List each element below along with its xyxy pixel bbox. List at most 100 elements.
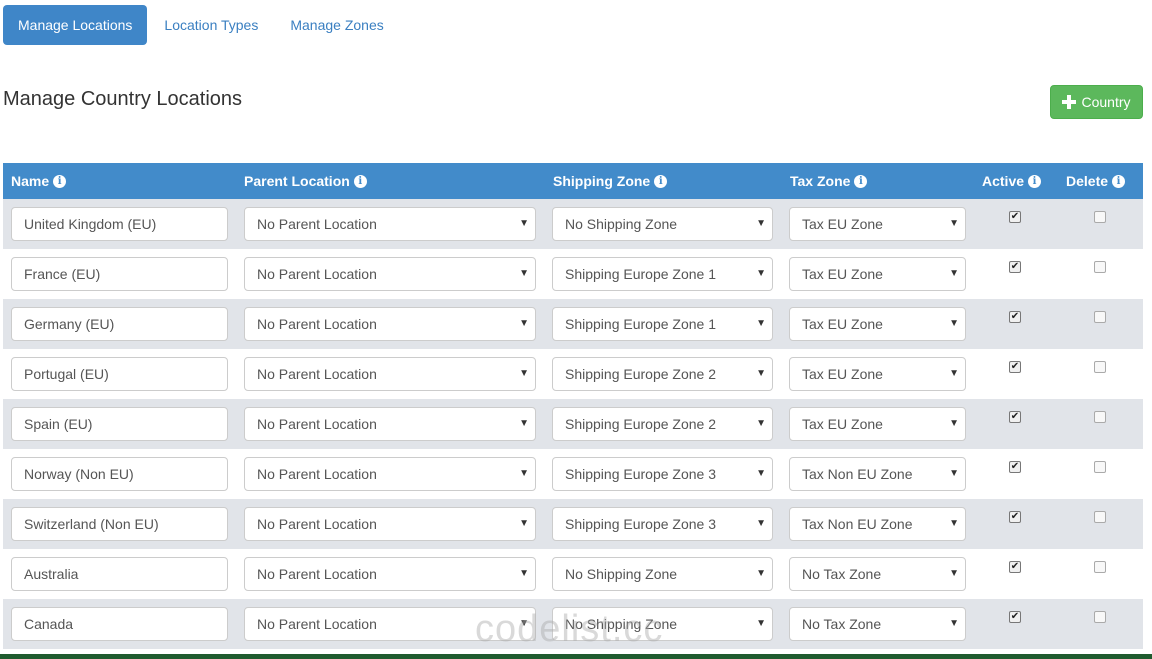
delete-checkbox[interactable] — [1094, 311, 1106, 323]
active-checkbox[interactable]: ✔ — [1009, 461, 1021, 473]
chevron-down-icon: ▼ — [949, 518, 959, 529]
table-row: Australia No Parent Location ▼ No Shipping … — [3, 549, 1143, 599]
tax-zone-select[interactable]: No Tax Zone ▼ — [789, 607, 966, 641]
tax-zone-select[interactable]: Tax EU Zone ▼ — [789, 357, 966, 391]
shipping-zone-value: No Shipping Zone — [565, 616, 678, 632]
tax-zone-value: Tax Non EU Zone — [802, 466, 913, 482]
name-input[interactable]: France (EU) — [11, 257, 228, 291]
parent-location-value: No Parent Location — [257, 316, 377, 332]
info-icon[interactable]: i — [53, 174, 67, 188]
chevron-down-icon: ▼ — [519, 368, 529, 379]
name-input[interactable]: Portugal (EU) — [11, 357, 228, 391]
name-input[interactable]: Switzerland (Non EU) — [11, 507, 228, 541]
name-input[interactable]: Australia — [11, 557, 228, 591]
delete-checkbox[interactable] — [1094, 211, 1106, 223]
table-row: Canada No Parent Location ▼ No Shipping Zon… — [3, 599, 1143, 649]
col-header-parent-label: Parent Location — [244, 173, 350, 189]
name-value: Germany (EU) — [24, 316, 115, 332]
parent-location-select[interactable]: No Parent Location ▼ — [244, 207, 536, 241]
col-header-parent-location: Parent Location i — [244, 163, 367, 199]
parent-location-value: No Parent Location — [257, 466, 377, 482]
name-input[interactable]: Spain (EU) — [11, 407, 228, 441]
shipping-zone-value: No Shipping Zone — [565, 566, 678, 582]
parent-location-select[interactable]: No Parent Location ▼ — [244, 557, 536, 591]
info-icon[interactable]: i — [854, 174, 868, 188]
parent-location-value: No Parent Location — [257, 416, 377, 432]
tax-zone-select[interactable]: Tax Non EU Zone ▼ — [789, 507, 966, 541]
delete-checkbox[interactable] — [1094, 561, 1106, 573]
info-icon[interactable]: i — [353, 174, 367, 188]
tax-zone-value: Tax EU Zone — [802, 316, 883, 332]
chevron-down-icon: ▼ — [949, 618, 959, 629]
add-country-button[interactable]: Country — [1050, 85, 1143, 119]
active-checkbox[interactable]: ✔ — [1009, 561, 1021, 573]
tax-zone-select[interactable]: Tax Non EU Zone ▼ — [789, 457, 966, 491]
shipping-zone-select[interactable]: Shipping Europe Zone 1 ▼ — [552, 257, 773, 291]
name-value: United Kingdom (EU) — [24, 216, 157, 232]
shipping-zone-select[interactable]: Shipping Europe Zone 2 ▼ — [552, 407, 773, 441]
active-checkbox[interactable]: ✔ — [1009, 411, 1021, 423]
delete-checkbox[interactable] — [1094, 261, 1106, 273]
plus-icon — [1062, 95, 1077, 109]
name-input[interactable]: Germany (EU) — [11, 307, 228, 341]
name-value: France (EU) — [24, 266, 101, 282]
shipping-zone-select[interactable]: No Shipping Zone ▼ — [552, 557, 773, 591]
chevron-down-icon: ▼ — [519, 418, 529, 429]
chevron-down-icon: ▼ — [756, 418, 766, 429]
table-header: Name i Parent Location i Shipping Zone i… — [3, 163, 1143, 199]
parent-location-select[interactable]: No Parent Location ▼ — [244, 357, 536, 391]
info-icon[interactable]: i — [1112, 174, 1126, 188]
tax-zone-value: Tax Non EU Zone — [802, 516, 913, 532]
shipping-zone-select[interactable]: No Shipping Zone ▼ — [552, 207, 773, 241]
chevron-down-icon: ▼ — [949, 368, 959, 379]
info-icon[interactable]: i — [654, 174, 668, 188]
shipping-zone-select[interactable]: Shipping Europe Zone 1 ▼ — [552, 307, 773, 341]
parent-location-select[interactable]: No Parent Location ▼ — [244, 607, 536, 641]
parent-location-select[interactable]: No Parent Location ▼ — [244, 507, 536, 541]
delete-checkbox[interactable] — [1094, 361, 1106, 373]
parent-location-value: No Parent Location — [257, 566, 377, 582]
name-input[interactable]: United Kingdom (EU) — [11, 207, 228, 241]
shipping-zone-select[interactable]: Shipping Europe Zone 3 ▼ — [552, 457, 773, 491]
name-input[interactable]: Norway (Non EU) — [11, 457, 228, 491]
shipping-zone-select[interactable]: Shipping Europe Zone 2 ▼ — [552, 357, 773, 391]
name-input[interactable]: Canada — [11, 607, 228, 641]
active-checkbox[interactable]: ✔ — [1009, 511, 1021, 523]
tab-manage-zones[interactable]: Manage Zones — [275, 5, 398, 45]
active-checkbox[interactable]: ✔ — [1009, 261, 1021, 273]
tax-zone-select[interactable]: No Tax Zone ▼ — [789, 557, 966, 591]
active-checkbox[interactable]: ✔ — [1009, 361, 1021, 373]
parent-location-select[interactable]: No Parent Location ▼ — [244, 407, 536, 441]
active-checkbox[interactable]: ✔ — [1009, 211, 1021, 223]
name-value: Norway (Non EU) — [24, 466, 134, 482]
chevron-down-icon: ▼ — [756, 618, 766, 629]
location-tabs: Manage Locations Location Types Manage Z… — [3, 5, 401, 45]
col-header-shipping-zone: Shipping Zone i — [553, 163, 668, 199]
delete-checkbox[interactable] — [1094, 611, 1106, 623]
parent-location-select[interactable]: No Parent Location ▼ — [244, 307, 536, 341]
parent-location-select[interactable]: No Parent Location ▼ — [244, 457, 536, 491]
tax-zone-select[interactable]: Tax EU Zone ▼ — [789, 257, 966, 291]
shipping-zone-select[interactable]: Shipping Europe Zone 3 ▼ — [552, 507, 773, 541]
info-icon[interactable]: i — [1028, 174, 1042, 188]
tax-zone-select[interactable]: Tax EU Zone ▼ — [789, 207, 966, 241]
shipping-zone-select[interactable]: No Shipping Zone ▼ — [552, 607, 773, 641]
tax-zone-select[interactable]: Tax EU Zone ▼ — [789, 407, 966, 441]
tax-zone-select[interactable]: Tax EU Zone ▼ — [789, 307, 966, 341]
delete-checkbox[interactable] — [1094, 461, 1106, 473]
delete-checkbox[interactable] — [1094, 511, 1106, 523]
col-header-delete-label: Delete — [1066, 173, 1109, 189]
table-row: Germany (EU) No Parent Location ▼ Shipping … — [3, 299, 1143, 349]
tab-location-types[interactable]: Location Types — [149, 5, 273, 45]
delete-checkbox[interactable] — [1094, 411, 1106, 423]
shipping-zone-value: Shipping Europe Zone 1 — [565, 316, 716, 332]
chevron-down-icon: ▼ — [519, 218, 529, 229]
tab-manage-locations[interactable]: Manage Locations — [3, 5, 148, 45]
chevron-down-icon: ▼ — [519, 618, 529, 629]
page-title: Manage Country Locations — [3, 88, 243, 110]
active-checkbox[interactable]: ✔ — [1009, 311, 1021, 323]
active-checkbox[interactable]: ✔ — [1009, 611, 1021, 623]
chevron-down-icon: ▼ — [756, 268, 766, 279]
name-value: Australia — [24, 566, 79, 582]
parent-location-select[interactable]: No Parent Location ▼ — [244, 257, 536, 291]
